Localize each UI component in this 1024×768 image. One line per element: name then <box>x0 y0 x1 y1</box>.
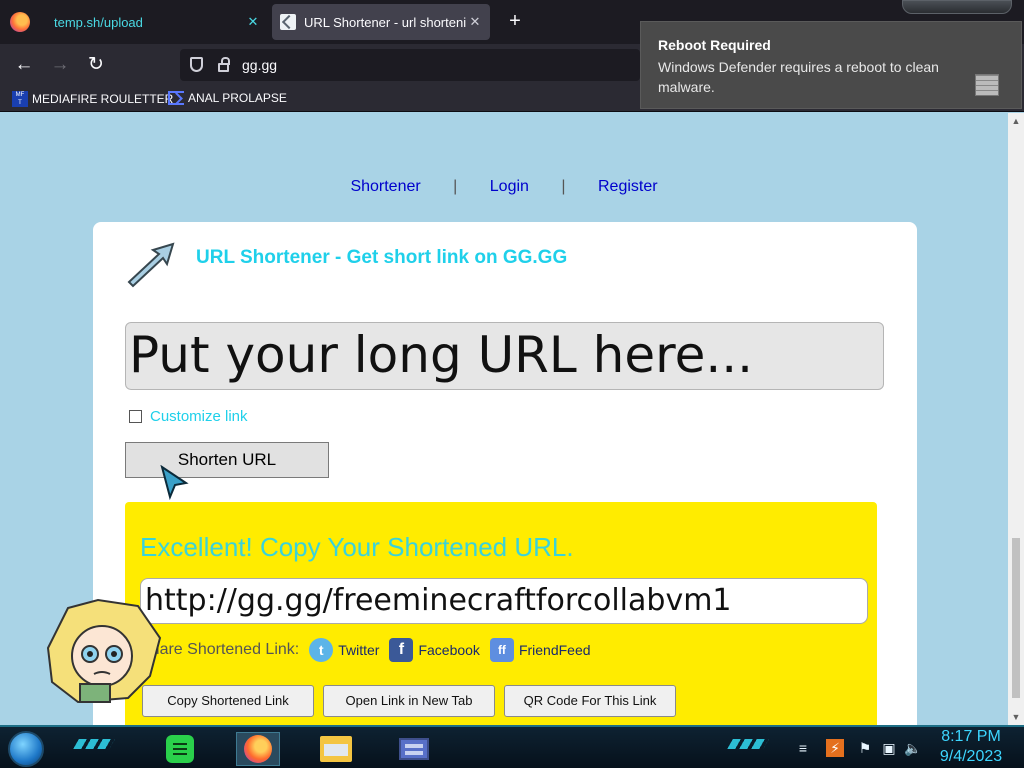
file-explorer-taskbar-button[interactable] <box>314 732 358 766</box>
window-frame-decoration <box>902 0 1012 14</box>
sigma-icon <box>168 91 184 105</box>
bookmark-second[interactable]: ANAL PROLAPSE <box>168 91 287 105</box>
close-tab-icon[interactable]: ✕ <box>466 14 484 30</box>
back-button[interactable]: ← <box>12 53 36 77</box>
qr-code-button[interactable]: QR Code For This Link <box>504 685 676 717</box>
action-center-flag-icon[interactable]: ⚑ <box>856 739 874 757</box>
remote-desktop-icon <box>399 738 429 760</box>
twitter-icon: t <box>309 638 334 662</box>
result-actions: Copy Shortened Link Open Link in New Tab… <box>142 685 685 717</box>
share-twitter-label: Twitter <box>338 642 380 658</box>
customize-link-checkbox[interactable] <box>129 410 142 423</box>
copy-shortened-link-button[interactable]: Copy Shortened Link <box>142 685 314 717</box>
site-logo-arrow-icon <box>127 242 175 288</box>
customize-link-label[interactable]: Customize link <box>150 408 248 425</box>
tab-url-shortener[interactable]: URL Shortener - url shortening ✕ <box>272 4 490 40</box>
share-row: Share Shortened Link: t Twitter f Facebo… <box>140 638 601 662</box>
share-facebook-link[interactable]: f Facebook <box>389 638 480 662</box>
friendfeed-icon: ff <box>489 638 514 662</box>
nav-link-login[interactable]: Login <box>490 178 529 195</box>
shorten-url-button[interactable]: Shorten URL <box>125 442 329 478</box>
clock-date: 9/4/2023 <box>939 748 1003 765</box>
cartoon-sticker-icon <box>46 598 162 704</box>
tray-overflow-icon[interactable]: ≡ <box>794 739 812 757</box>
page-title: URL Shortener - Get short link on GG.GG <box>196 247 568 268</box>
customize-link-option[interactable]: Customize link <box>129 408 248 425</box>
bookmark-mediafire-rouletter[interactable]: MF T MEDIAFIRE ROULETTER <box>12 91 173 107</box>
taskbar: ≡ ⚡ ⚑ ▣ 🔈 8:17 PM 9/4/2023 <box>0 725 1024 768</box>
clock-time: 8:17 PM <box>941 728 1001 745</box>
share-facebook-label: Facebook <box>418 642 480 658</box>
taskbar-decoration <box>73 739 115 749</box>
taskbar-decoration <box>727 739 769 749</box>
nav-separator: | <box>453 178 458 195</box>
nav-separator: | <box>561 178 566 195</box>
spotify-taskbar-button[interactable] <box>158 732 202 766</box>
shortened-url-field[interactable]: http://gg.gg/freeminecraftforcollabvm1 <box>140 578 868 624</box>
remote-desktop-taskbar-button[interactable] <box>392 732 436 766</box>
open-link-new-tab-button[interactable]: Open Link in New Tab <box>323 685 495 717</box>
volume-icon[interactable]: 🔈 <box>904 739 922 757</box>
tab-title: temp.sh/upload <box>54 14 143 30</box>
lock-icon[interactable] <box>218 57 230 72</box>
tab-title: URL Shortener - url shortening <box>304 14 466 30</box>
result-panel: Excellent! Copy Your Shortened URL. http… <box>125 502 877 725</box>
address-bar[interactable]: gg.gg <box>180 49 640 81</box>
spotify-icon <box>166 735 194 763</box>
nav-link-shortener[interactable]: Shortener <box>350 178 420 195</box>
folder-icon <box>320 736 352 762</box>
site-nav: Shortener | Login | Register <box>0 178 1008 196</box>
network-icon[interactable]: ▣ <box>880 739 898 757</box>
long-url-input[interactable]: Put your long URL here... <box>125 322 884 390</box>
bookmark-label: ANAL PROLAPSE <box>188 91 287 105</box>
tray-app-icon[interactable]: ⚡ <box>826 739 844 757</box>
system-clock[interactable]: 8:17 PM 9/4/2023 <box>936 727 1006 767</box>
facebook-icon: f <box>389 638 414 662</box>
firefox-icon <box>244 735 272 763</box>
bookmark-label: MEDIAFIRE ROULETTER <box>32 92 174 106</box>
shortener-card: URL Shortener - Get short link on GG.GG … <box>93 222 917 725</box>
mouse-cursor-icon <box>160 465 189 501</box>
share-twitter-link[interactable]: t Twitter <box>309 638 379 662</box>
scroll-up-arrow-icon[interactable]: ▲ <box>1008 113 1024 129</box>
close-tab-icon[interactable]: ✕ <box>244 14 262 30</box>
scrollbar-thumb[interactable] <box>1012 538 1020 698</box>
reload-button[interactable]: ↻ <box>84 53 108 77</box>
firewall-icon <box>975 74 999 96</box>
address-text[interactable]: gg.gg <box>242 57 277 73</box>
firefox-menu-icon[interactable] <box>10 12 30 32</box>
forward-button[interactable]: → <box>48 53 72 77</box>
notification-body: Windows Defender requires a reboot to cl… <box>658 59 939 95</box>
new-tab-button[interactable]: + <box>504 10 526 32</box>
notification-title: Reboot Required <box>658 37 771 53</box>
share-friendfeed-link[interactable]: ff FriendFeed <box>489 638 591 662</box>
tab-temp-sh[interactable]: temp.sh/upload ✕ <box>42 4 268 40</box>
start-orb-button[interactable] <box>8 731 44 767</box>
nav-link-register[interactable]: Register <box>598 178 658 195</box>
tracking-protection-shield-icon[interactable] <box>190 57 203 72</box>
share-friendfeed-label: FriendFeed <box>518 642 591 658</box>
result-heading: Excellent! Copy Your Shortened URL. <box>140 532 574 562</box>
scroll-down-arrow-icon[interactable]: ▼ <box>1008 709 1024 725</box>
firefox-taskbar-button[interactable] <box>236 732 280 766</box>
reboot-notification[interactable]: Reboot Required Windows Defender require… <box>640 21 1022 109</box>
page-scrollbar[interactable]: ▲ ▼ <box>1008 113 1024 725</box>
favicon-icon <box>280 14 296 30</box>
mediafire-icon: MF T <box>12 91 28 107</box>
